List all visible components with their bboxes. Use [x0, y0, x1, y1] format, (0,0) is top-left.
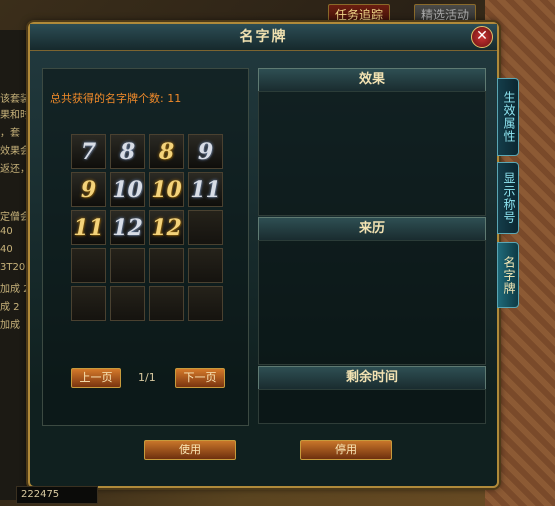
nameplate-slot[interactable]	[149, 286, 184, 321]
nameplate-slot[interactable]	[188, 248, 223, 283]
background-text: ，套	[0, 128, 20, 139]
background-text: 40	[0, 226, 13, 237]
nameplate-slot[interactable]: 8	[149, 134, 184, 169]
nameplate-slot[interactable]: 7	[71, 134, 106, 169]
nameplate-slot[interactable]	[188, 286, 223, 321]
background-text: 成 2	[0, 302, 20, 313]
nameplate-badge: 7	[80, 138, 97, 165]
source-body	[258, 240, 486, 365]
background-text: 加成	[0, 320, 20, 331]
nameplate-slot[interactable]: 9	[71, 172, 106, 207]
nameplate-badge: 11	[190, 176, 221, 203]
source-header: 来历	[258, 217, 486, 241]
nameplate-slot[interactable]: 10	[149, 172, 184, 207]
effect-header: 效果	[258, 68, 486, 92]
background-text: 果和时	[0, 110, 30, 121]
title-bar: 名字牌	[30, 24, 497, 51]
nameplate-badge	[111, 249, 144, 282]
disable-button[interactable]: 停用	[300, 440, 392, 460]
nameplate-badge: 9	[197, 138, 214, 165]
nameplate-slot[interactable]	[71, 248, 106, 283]
nameplate-slot[interactable]: 11	[188, 172, 223, 207]
panel-title: 名字牌	[239, 29, 288, 45]
nameplate-badge: 11	[73, 214, 104, 241]
nameplate-badge	[72, 287, 105, 320]
nameplate-badge: 8	[119, 138, 136, 165]
detail-column: 效果 来历 剩余时间	[258, 68, 486, 424]
nameplate-slot[interactable]: 8	[110, 134, 145, 169]
effect-body	[258, 91, 486, 216]
tab-display-title[interactable]: 显示称号	[497, 162, 519, 234]
close-button[interactable]: ✕	[471, 26, 493, 48]
page-indicator: 1/1	[138, 371, 156, 384]
nameplate-badge	[189, 287, 222, 320]
nameplate-slot[interactable]	[110, 286, 145, 321]
remaining-time-body	[258, 389, 486, 424]
use-button[interactable]: 使用	[144, 440, 236, 460]
nameplate-badge: 9	[80, 176, 97, 203]
total-count-label: 总共获得的名字牌个数: 11	[50, 92, 182, 105]
next-page-button[interactable]: 下一页	[175, 368, 225, 388]
nameplate-badge: 12	[112, 214, 143, 241]
background-text: 效果会	[0, 146, 30, 157]
nameplate-badge	[150, 287, 183, 320]
nameplate-slot[interactable]: 10	[110, 172, 145, 207]
nameplate-slot[interactable]: 11	[71, 210, 106, 245]
background-text: 3T20	[0, 262, 26, 273]
background-text: 该套装	[0, 94, 30, 105]
nameplate-badge	[150, 249, 183, 282]
nameplate-slot[interactable]: 12	[149, 210, 184, 245]
prev-page-button[interactable]: 上一页	[71, 368, 121, 388]
remaining-time-header: 剩余时间	[258, 366, 486, 390]
nameplate-badge	[111, 287, 144, 320]
nameplate-badge	[72, 249, 105, 282]
nameplate-slot[interactable]	[188, 210, 223, 245]
nameplate-badge: 10	[151, 176, 182, 203]
nameplate-slot[interactable]: 9	[188, 134, 223, 169]
nameplate-slot[interactable]	[71, 286, 106, 321]
footer-value: 222475	[16, 486, 98, 504]
nameplate-badge: 12	[151, 214, 182, 241]
nameplate-grid: 7 8 8 9 9 10 10 11 11 12 12	[71, 134, 223, 321]
nameplate-slot[interactable]	[149, 248, 184, 283]
background-text: 40	[0, 244, 13, 255]
nameplate-panel: 名字牌 ✕ 总共获得的名字牌个数: 11 7 8 8 9 9 10 10 11 …	[28, 22, 499, 488]
background-text: 返还，	[0, 164, 30, 175]
nameplate-badge	[189, 249, 222, 282]
nameplate-slot[interactable]	[110, 248, 145, 283]
nameplate-badge: 8	[158, 138, 175, 165]
tab-effective-attributes[interactable]: 生效属性	[497, 78, 519, 156]
nameplate-badge	[189, 211, 222, 244]
nameplate-slot[interactable]: 12	[110, 210, 145, 245]
tab-nameplate[interactable]: 名字牌	[497, 242, 519, 308]
background-text: 加成 2	[0, 284, 30, 295]
nameplate-badge: 10	[112, 176, 143, 203]
